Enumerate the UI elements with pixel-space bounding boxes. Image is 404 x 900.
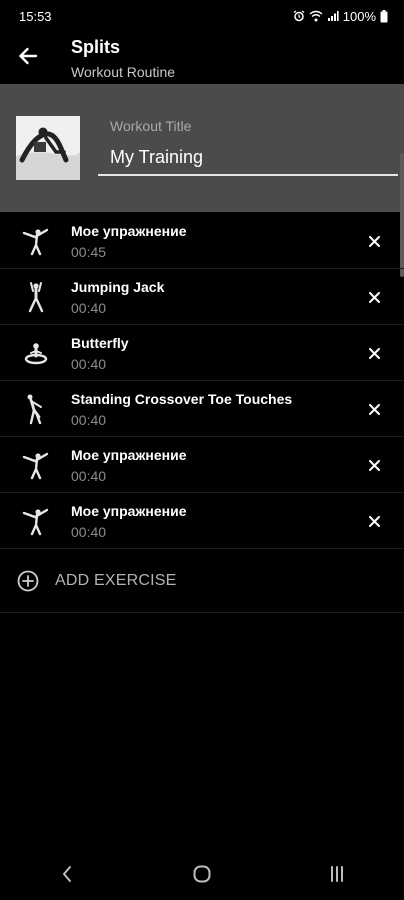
stretch-pose-icon	[20, 225, 52, 257]
nav-back-button[interactable]	[43, 854, 91, 894]
exercise-name: Мое упражнение	[71, 223, 187, 239]
remove-exercise-button[interactable]	[364, 399, 384, 419]
status-time: 15:53	[19, 8, 52, 24]
toe-touch-icon	[20, 393, 52, 425]
stretch-pose-icon	[20, 449, 52, 481]
home-nav-icon	[193, 865, 211, 883]
close-icon	[368, 403, 380, 415]
workout-title-input[interactable]	[98, 140, 398, 176]
back-button[interactable]	[12, 42, 44, 74]
arrow-left-icon	[18, 47, 38, 70]
close-icon	[368, 347, 380, 359]
nav-home-button[interactable]	[178, 854, 226, 894]
workout-thumbnail[interactable]	[16, 116, 80, 180]
app-bar: Splits Workout Routine	[0, 32, 404, 84]
close-icon	[368, 291, 380, 303]
exercise-name: Jumping Jack	[71, 279, 165, 295]
list-item[interactable]: Butterfly 00:40	[0, 325, 404, 381]
remove-exercise-button[interactable]	[364, 511, 384, 531]
list-item[interactable]: Мое упражнение 00:40	[0, 493, 404, 549]
recents-nav-icon	[330, 866, 343, 882]
back-nav-icon	[63, 866, 72, 882]
workout-header-panel: Workout Title	[0, 84, 404, 212]
page-subtitle: Workout Routine	[71, 64, 176, 80]
exercise-duration: 00:40	[71, 300, 107, 316]
exercise-list: Мое упражнение 00:45 Jumping Jack 00:40 …	[0, 213, 404, 549]
battery-percent: 100%	[342, 8, 376, 24]
remove-exercise-button[interactable]	[364, 455, 384, 475]
stretch-pose-icon	[20, 505, 52, 537]
exercise-name: Мое упражнение	[71, 447, 187, 463]
close-icon	[368, 515, 380, 527]
workout-title-label: Workout Title	[110, 118, 192, 134]
alarm-icon	[293, 10, 305, 22]
plus-circle-icon	[16, 569, 40, 593]
close-icon	[368, 459, 380, 471]
exercise-duration: 00:40	[71, 356, 107, 372]
add-exercise-button[interactable]: ADD EXERCISE	[0, 550, 404, 613]
exercise-duration: 00:40	[71, 524, 107, 540]
page-title: Splits	[71, 37, 121, 57]
list-item[interactable]: Мое упражнение 00:45	[0, 213, 404, 269]
list-item[interactable]: Standing Crossover Toe Touches 00:40	[0, 381, 404, 437]
remove-exercise-button[interactable]	[364, 343, 384, 363]
remove-exercise-button[interactable]	[364, 287, 384, 307]
status-bar: 15:53 100%	[0, 0, 404, 32]
list-item[interactable]: Мое упражнение 00:40	[0, 437, 404, 493]
system-nav-bar	[0, 848, 404, 900]
signal-icon	[327, 10, 339, 22]
add-exercise-label: ADD EXERCISE	[55, 572, 177, 589]
remove-exercise-button[interactable]	[364, 231, 384, 251]
exercise-duration: 00:45	[71, 244, 107, 260]
butterfly-pose-icon	[20, 337, 52, 369]
nav-recents-button[interactable]	[313, 854, 361, 894]
close-icon	[368, 235, 380, 247]
battery-icon	[380, 9, 388, 23]
jumping-jack-icon	[20, 281, 52, 313]
exercise-name: Butterfly	[71, 335, 129, 351]
exercise-name: Мое упражнение	[71, 503, 187, 519]
wifi-icon	[309, 10, 323, 22]
exercise-duration: 00:40	[71, 468, 107, 484]
list-item[interactable]: Jumping Jack 00:40	[0, 269, 404, 325]
exercise-duration: 00:40	[71, 412, 107, 428]
exercise-name: Standing Crossover Toe Touches	[71, 391, 293, 407]
status-icons: 100%	[293, 9, 388, 24]
